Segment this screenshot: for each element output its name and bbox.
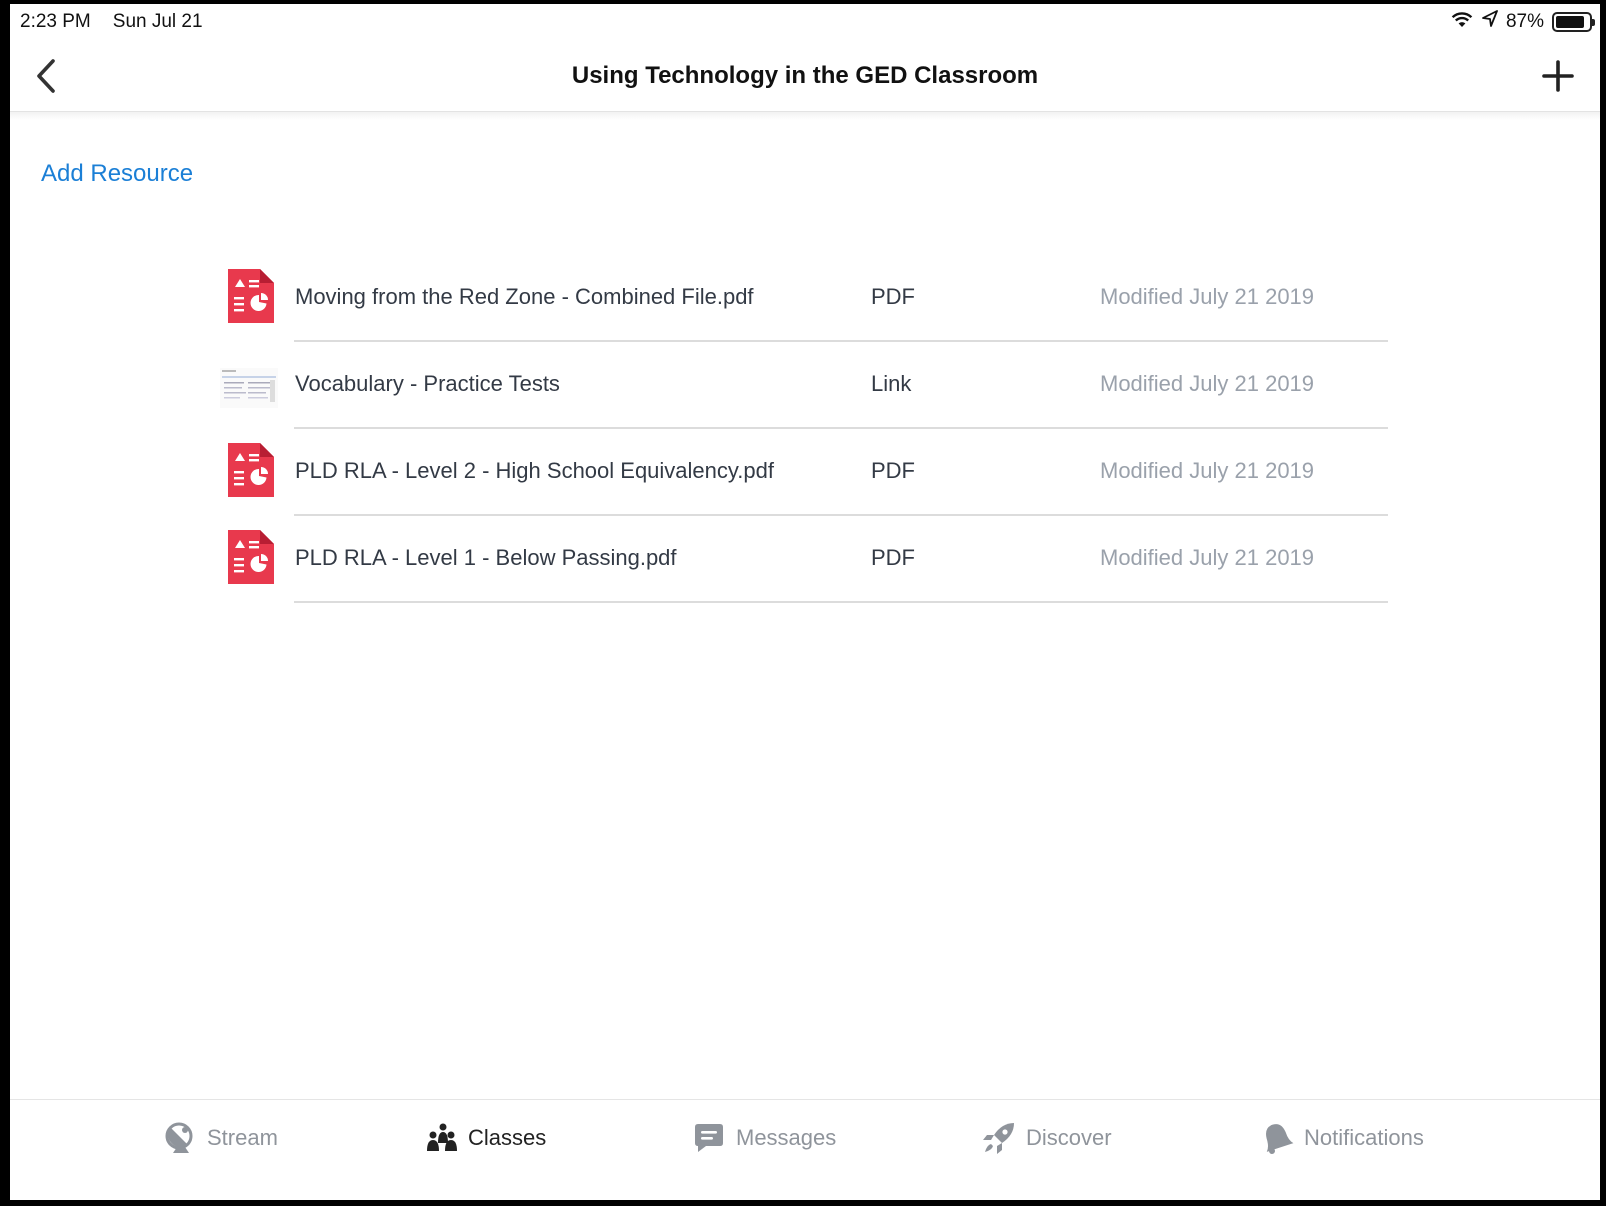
tab-discover-label: Discover [1026,1125,1112,1150]
resource-modified-date: Modified July 21 2019 [1100,458,1315,483]
tab-discover[interactable]: Discover [982,1118,1112,1158]
rocket-icon [983,1123,1014,1154]
battery-icon [1552,12,1595,32]
resource-modified-date: Modified July 21 2019 [1100,545,1315,570]
app-screen: 2:23 PM Sun Jul 21 87% Using Technology … [10,4,1600,1200]
wifi-icon [1450,10,1474,34]
tab-bar: Stream Classes Messages Discover Notific… [10,1099,1600,1200]
resource-row[interactable]: Vocabulary - Practice Tests Link Modified … [220,342,1388,429]
bell-icon [1266,1124,1294,1154]
tab-stream-label: Stream [207,1125,278,1150]
resource-row[interactable]: PLD RLA - Level 1 - Below Passing.pdf PDF… [220,516,1388,603]
resource-name: Vocabulary - Practice Tests [295,371,560,396]
battery-fill [1556,16,1584,28]
resource-name: Moving from the Red Zone - Combined File… [295,284,754,309]
link-thumbnail [220,368,278,408]
resource-row[interactable]: Moving from the Red Zone - Combined File… [220,255,1388,342]
battery-percent: 87% [1505,11,1544,32]
location-arrow-icon [1482,10,1498,34]
page-title: Using Technology in the GED Classroom [571,62,1039,89]
row-divider [294,601,1388,603]
tab-notifications-label: Notifications [1304,1125,1424,1150]
tab-messages[interactable]: Messages [692,1118,836,1158]
resource-type: PDF [871,545,915,570]
tab-messages-label: Messages [736,1125,837,1150]
resource-type: Link [871,371,912,396]
resource-name: PLD RLA - Level 2 - High School Equivale… [295,458,774,483]
resource-row[interactable]: PLD RLA - Level 2 - High School Equivale… [220,429,1388,516]
resource-type: PDF [871,284,915,309]
status-time: 2:23 PM [20,11,91,32]
navigation-bar: Using Technology in the GED Classroom [10,40,1600,112]
status-bar: 2:23 PM Sun Jul 21 87% [10,4,1600,40]
resource-name: PLD RLA - Level 1 - Below Passing.pdf [295,545,677,570]
add-resource-link[interactable]: Add Resource [41,160,193,188]
tab-notifications[interactable]: Notifications [1260,1118,1424,1158]
tab-classes-label: Classes [468,1125,547,1150]
pdf-file-icon [226,441,276,499]
chat-bubble-icon [695,1124,723,1152]
pdf-file-icon [226,267,276,325]
resource-list: Moving from the Red Zone - Combined File… [220,255,1388,603]
classes-people-icon [427,1123,457,1151]
resource-modified-date: Modified July 21 2019 [1100,371,1315,396]
nav-separator [10,112,1600,120]
tab-stream[interactable]: Stream [163,1118,278,1158]
satellite-dish-icon [165,1122,193,1153]
pdf-file-icon [226,528,276,586]
status-date: Sun Jul 21 [112,11,203,32]
add-button[interactable] [1536,54,1580,98]
plus-icon [1542,60,1574,92]
resource-type: PDF [871,458,915,483]
resource-modified-date: Modified July 21 2019 [1100,284,1315,309]
tab-classes[interactable]: Classes [424,1118,546,1158]
